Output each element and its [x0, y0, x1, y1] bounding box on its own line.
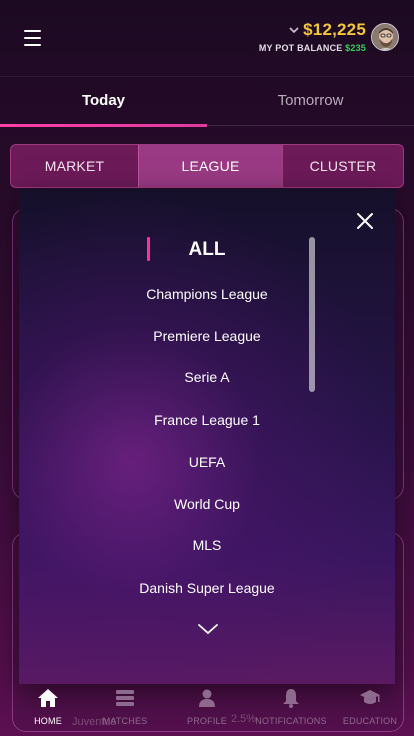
chevron-down-icon[interactable]	[197, 622, 219, 636]
tab-today[interactable]: Today	[0, 77, 207, 123]
balance-widget[interactable]: $12,225 MY POT BALANCE $235	[259, 20, 366, 53]
avatar[interactable]	[371, 23, 399, 51]
league-option-premiere-league[interactable]: Premiere League	[19, 325, 395, 347]
filter-tab-cluster[interactable]: CLUSTER	[282, 145, 403, 187]
nav-education-label: EDUCATION	[342, 716, 398, 726]
pot-balance-label: MY POT BALANCE	[258, 43, 343, 53]
league-option-mls[interactable]: MLS	[19, 534, 395, 556]
header: $12,225 MY POT BALANCE $235	[0, 0, 414, 76]
tab-divider	[207, 125, 414, 126]
filter-tab-league[interactable]: LEAGUE	[138, 145, 282, 187]
league-dropdown: ALL Champions League Premiere League Ser…	[19, 189, 395, 684]
home-icon	[38, 689, 58, 707]
nav-home[interactable]: HOME	[7, 688, 89, 726]
avatar-face-icon	[372, 24, 398, 50]
nav-notifications-label: NOTIFICATIONS	[255, 716, 327, 726]
filter-tab-market[interactable]: MARKET	[11, 145, 138, 187]
bell-icon	[283, 689, 299, 708]
league-option-france-league-1[interactable]: France League 1	[19, 409, 395, 431]
league-option-champions-league[interactable]: Champions League	[19, 283, 395, 305]
day-tabs: Today Tomorrow	[0, 76, 414, 128]
matches-icon	[116, 690, 134, 706]
graduation-cap-icon	[360, 690, 380, 704]
balance-amount: $12,225	[303, 20, 366, 39]
nav-education[interactable]: EDUCATION	[329, 688, 411, 726]
tab-tomorrow[interactable]: Tomorrow	[207, 77, 414, 123]
pot-balance-value: $235	[345, 43, 366, 53]
nav-home-label: HOME	[34, 716, 62, 726]
filter-segmented-control: MARKET LEAGUE CLUSTER	[10, 144, 404, 188]
active-tab-indicator	[0, 124, 207, 127]
app-root: $12,225 MY POT BALANCE $235 Today Tomorr…	[0, 0, 414, 736]
nav-matches[interactable]: MATCHES	[84, 688, 166, 726]
dropdown-scrollbar[interactable]	[309, 237, 315, 392]
menu-icon[interactable]	[24, 30, 41, 46]
close-button[interactable]	[355, 211, 375, 231]
chevron-down-icon	[289, 27, 299, 34]
league-option-all[interactable]: ALL	[19, 237, 395, 263]
close-icon	[357, 213, 373, 229]
nav-profile[interactable]: PROFILE	[166, 688, 248, 726]
pot-balance: MY POT BALANCE $235	[259, 43, 366, 53]
league-option-world-cup[interactable]: World Cup	[19, 493, 395, 515]
nav-notifications[interactable]: NOTIFICATIONS	[250, 688, 332, 726]
league-option-serie-a[interactable]: Serie A	[19, 366, 395, 388]
league-option-uefa[interactable]: UEFA	[19, 451, 395, 473]
bottom-nav: HOME MATCHES PROFILE NOTIFICATIONS EDUCA…	[0, 680, 414, 736]
nav-matches-label: MATCHES	[102, 716, 148, 726]
league-option-danish-super-league[interactable]: Danish Super League	[19, 577, 395, 599]
nav-profile-label: PROFILE	[187, 716, 227, 726]
profile-icon	[199, 689, 215, 707]
